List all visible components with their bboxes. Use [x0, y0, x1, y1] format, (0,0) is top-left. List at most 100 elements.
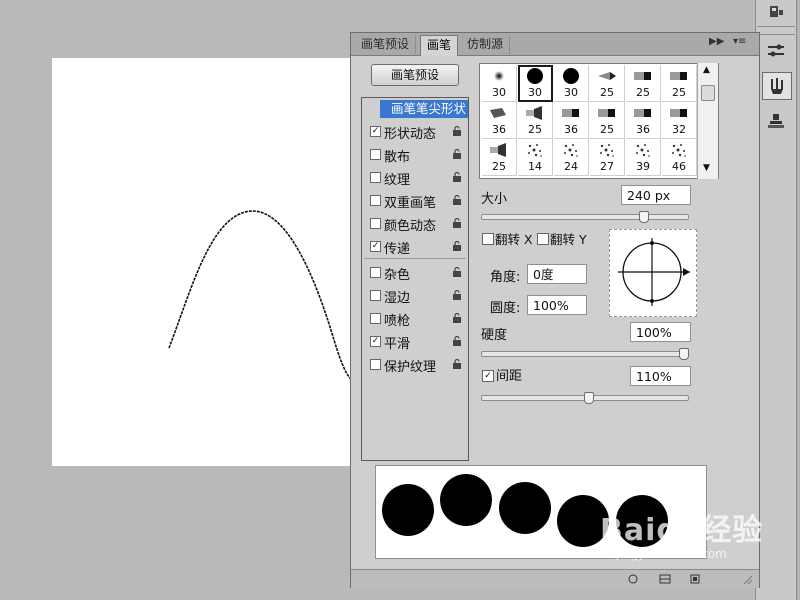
- brush-option-item[interactable]: 杂色: [362, 261, 468, 283]
- brush-option-item[interactable]: 喷枪: [362, 307, 468, 329]
- brush-tip-cell[interactable]: 36: [482, 102, 517, 139]
- lock-icon[interactable]: [452, 172, 462, 182]
- new-brush-icon[interactable]: [689, 573, 701, 584]
- brush-tip-cell[interactable]: 30: [482, 65, 517, 102]
- option-checkbox[interactable]: [370, 172, 381, 183]
- panel-menu-icon[interactable]: ▾≡: [733, 36, 746, 47]
- option-checkbox[interactable]: [370, 218, 381, 229]
- roundness-field[interactable]: 100%: [527, 295, 587, 315]
- collapse-icon[interactable]: ▶▶: [709, 36, 724, 47]
- grid-icon[interactable]: [659, 573, 671, 584]
- brush-option-item[interactable]: 双重画笔: [362, 189, 468, 211]
- resize-grip-icon[interactable]: [741, 573, 753, 584]
- adjust-icon[interactable]: [762, 38, 790, 64]
- size-field[interactable]: 240 px: [621, 185, 691, 205]
- lock-icon[interactable]: [452, 336, 462, 346]
- brush-tip-cell[interactable]: 25: [662, 65, 697, 102]
- size-slider-thumb[interactable]: [639, 211, 650, 223]
- canvas-document[interactable]: [52, 58, 352, 466]
- dock-separator: [757, 26, 795, 27]
- brush-option-item[interactable]: 纹理: [362, 166, 468, 188]
- brush-tip-grid[interactable]: 30 30 30 25 25 25 36 25 36 25 36 32 25 14 24 27 39 46: [479, 63, 719, 179]
- clone-source-icon[interactable]: [762, 108, 790, 134]
- brush-tip-cell[interactable]: 36: [554, 102, 589, 139]
- brush-tip-cell[interactable]: 46: [662, 139, 697, 176]
- angle-field[interactable]: 0度: [527, 264, 587, 284]
- option-checkbox[interactable]: [370, 149, 381, 160]
- brush-tip-cell[interactable]: 25: [590, 102, 625, 139]
- toggle-preview-icon[interactable]: [627, 573, 639, 584]
- brush-tip-cell[interactable]: 24: [554, 139, 589, 176]
- option-checkbox[interactable]: [370, 313, 381, 324]
- brush-tip-cell[interactable]: 30: [518, 65, 553, 102]
- brush-option-item[interactable]: ✓ 平滑: [362, 330, 468, 352]
- option-checkbox[interactable]: ✓: [370, 126, 381, 137]
- lock-icon[interactable]: [452, 267, 462, 277]
- lock-icon[interactable]: [452, 359, 462, 369]
- flip-x-checkbox[interactable]: [482, 233, 494, 245]
- scatter-brush-icon: [662, 141, 696, 159]
- brush-grid-scrollbar[interactable]: ▲ ▼: [697, 63, 718, 179]
- brush-tip-cell[interactable]: 25: [518, 102, 553, 139]
- tab-clone-source[interactable]: 仿制源: [461, 35, 511, 54]
- lock-icon[interactable]: [452, 126, 462, 136]
- option-label: 平滑: [384, 337, 411, 352]
- lock-icon[interactable]: [452, 149, 462, 159]
- scroll-thumb[interactable]: [701, 85, 715, 101]
- brush-size-label: 24: [564, 160, 578, 173]
- brush-tip-cell[interactable]: 25: [482, 139, 517, 176]
- lock-icon[interactable]: [452, 290, 462, 300]
- scroll-down-icon[interactable]: ▼: [703, 163, 710, 173]
- brush-tip-cell[interactable]: 36: [626, 102, 661, 139]
- brush-tip-shape-item[interactable]: 画笔笔尖形状: [380, 100, 468, 118]
- brush-tip-cell[interactable]: 30: [554, 65, 589, 102]
- scatter-brush-icon: [554, 141, 588, 159]
- brush-option-item[interactable]: 散布: [362, 143, 468, 165]
- brush-option-item[interactable]: ✓ 形状动态: [362, 120, 468, 142]
- scroll-up-icon[interactable]: ▲: [703, 65, 710, 75]
- angle-roundness-widget[interactable]: [609, 229, 697, 317]
- pencil-brush-icon: [590, 67, 624, 85]
- brush-tip-cell[interactable]: 32: [662, 102, 697, 139]
- flip-x-label: 翻转 X: [495, 232, 533, 247]
- brush-size-label: 25: [672, 86, 686, 99]
- history-icon[interactable]: [762, 0, 790, 26]
- airbrush-brush-icon: [518, 104, 552, 122]
- hardness-slider-thumb[interactable]: [679, 348, 689, 360]
- airbrush-brush-icon: [482, 141, 516, 159]
- lock-icon[interactable]: [452, 241, 462, 251]
- lock-icon[interactable]: [452, 195, 462, 205]
- option-checkbox[interactable]: [370, 359, 381, 370]
- lock-icon[interactable]: [452, 313, 462, 323]
- option-checkbox[interactable]: ✓: [370, 241, 381, 252]
- flat-brush-icon: [662, 104, 696, 122]
- brush-size-label: 25: [600, 123, 614, 136]
- spacing-field[interactable]: 110%: [630, 366, 691, 386]
- option-checkbox[interactable]: [370, 267, 381, 278]
- watermark: Baidu经验 jingyan.baidu.com: [600, 505, 763, 561]
- brush-tip-cell[interactable]: 27: [590, 139, 625, 176]
- option-checkbox[interactable]: [370, 195, 381, 206]
- spacing-checkbox[interactable]: ✓: [482, 370, 494, 382]
- tab-brush[interactable]: 画笔: [420, 35, 459, 56]
- brush-option-item[interactable]: 保护纹理: [362, 353, 468, 375]
- brush-size-label: 14: [528, 160, 542, 173]
- lock-icon[interactable]: [452, 218, 462, 228]
- brush-presets-button[interactable]: 画笔预设: [371, 64, 459, 86]
- hardness-field[interactable]: 100%: [630, 322, 691, 342]
- brush-tip-cell[interactable]: 25: [626, 65, 661, 102]
- size-slider[interactable]: [481, 214, 689, 220]
- spacing-slider-thumb[interactable]: [583, 392, 594, 404]
- brush-tip-cell[interactable]: 39: [626, 139, 661, 176]
- hardness-slider[interactable]: [481, 351, 689, 357]
- brush-option-item[interactable]: 湿边: [362, 284, 468, 306]
- brush-option-item[interactable]: 颜色动态: [362, 212, 468, 234]
- brush-option-item[interactable]: ✓ 传递: [362, 235, 468, 257]
- option-checkbox[interactable]: [370, 290, 381, 301]
- flip-y-checkbox[interactable]: [537, 233, 549, 245]
- tab-brush-presets[interactable]: 画笔预设: [355, 35, 417, 54]
- brush-tip-cell[interactable]: 25: [590, 65, 625, 102]
- brush-tip-cell[interactable]: 14: [518, 139, 553, 176]
- brush-panel-icon[interactable]: [762, 72, 792, 100]
- option-checkbox[interactable]: ✓: [370, 336, 381, 347]
